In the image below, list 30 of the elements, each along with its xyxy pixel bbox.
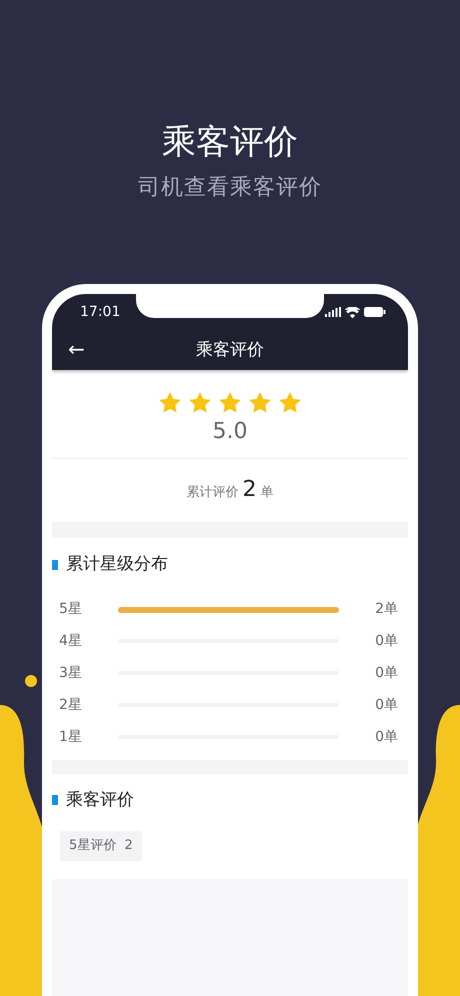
star-level-label: 1星	[59, 728, 82, 747]
battery-icon	[364, 307, 386, 317]
count-label: 2单	[375, 600, 398, 619]
count-label: 0单	[375, 632, 398, 651]
back-button[interactable]: ←	[64, 334, 89, 364]
count-label: 0单	[375, 664, 398, 683]
status-time: 17:01	[80, 302, 120, 322]
section-marker-icon	[52, 795, 58, 806]
section-title: 乘客评价	[66, 788, 134, 812]
section-title: 累计星级分布	[66, 553, 168, 576]
signal-icon	[325, 307, 341, 317]
star-level-label: 5星	[59, 600, 82, 619]
count-label: 0单	[375, 696, 398, 715]
star-icon	[219, 392, 241, 413]
rating-score: 5.0	[212, 419, 248, 444]
star-level-label: 2星	[59, 696, 82, 715]
total-reviews-text: 累计评价 2 单	[185, 476, 275, 504]
star-level-label: 3星	[59, 664, 82, 683]
headline: 乘客评价	[161, 121, 299, 163]
section-marker-icon	[52, 560, 58, 570]
star-level-label: 4星	[59, 632, 82, 651]
star-icon	[249, 392, 271, 413]
star-icon	[279, 392, 301, 413]
filter-chip[interactable]: 5星评价 2	[60, 831, 142, 860]
wifi-icon	[345, 306, 360, 318]
count-label: 0单	[375, 728, 398, 747]
star-icon	[159, 392, 181, 413]
star-icon	[189, 392, 211, 413]
subheadline: 司机查看乘客评价	[137, 174, 323, 202]
screen-title: 乘客评价	[196, 340, 264, 360]
